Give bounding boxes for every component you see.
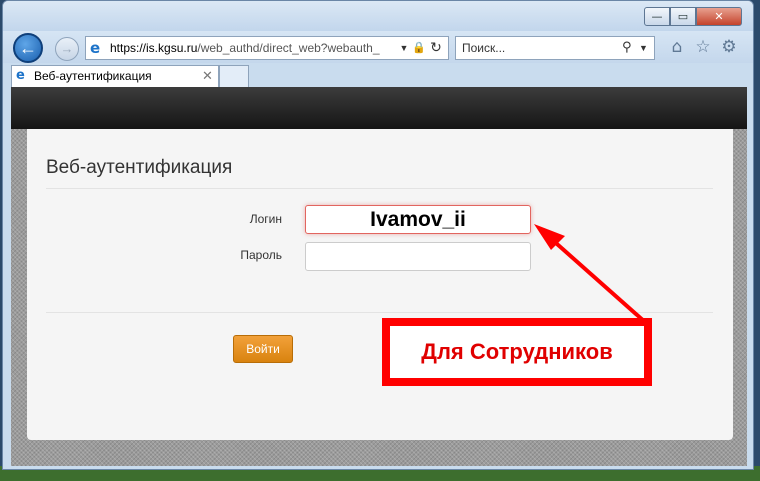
annotation-callout: Для Сотрудников — [382, 318, 652, 386]
annotation-arrow — [534, 224, 647, 324]
callout-text: Для Сотрудников — [421, 339, 613, 364]
